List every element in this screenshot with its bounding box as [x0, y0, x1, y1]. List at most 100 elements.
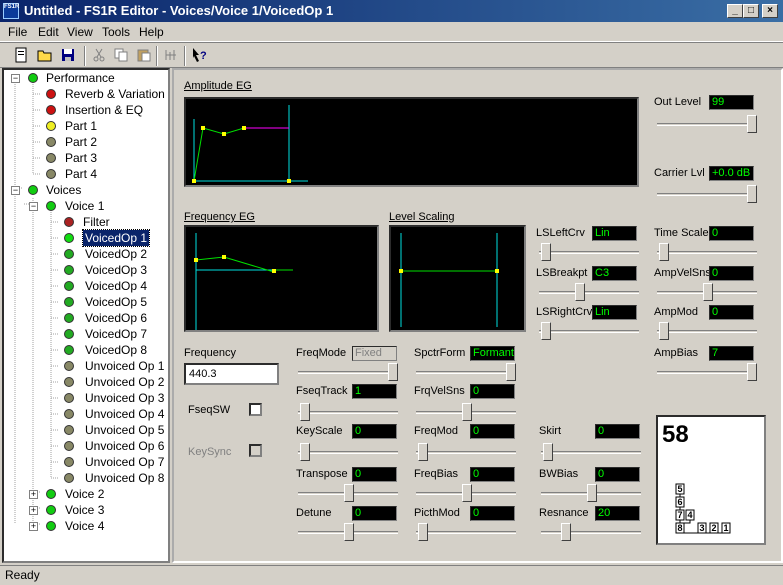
tree-item-uop3[interactable]: Unvoiced Op 3: [85, 390, 164, 406]
tree-item-part3[interactable]: Part 3: [65, 150, 97, 166]
resnance-value[interactable]: 20: [595, 506, 640, 521]
fseqtrack-slider[interactable]: [298, 402, 398, 422]
detune-value[interactable]: 0: [352, 506, 397, 521]
resnance-slider[interactable]: [541, 522, 641, 542]
app-icon[interactable]: FS1R: [3, 3, 19, 19]
lsleftcrv-value[interactable]: Lin: [592, 226, 637, 241]
expand-voice3-icon[interactable]: +: [29, 506, 38, 515]
frqvelsns-slider[interactable]: [416, 402, 516, 422]
tree-item-filter[interactable]: Filter: [83, 214, 110, 230]
expand-voice4-icon[interactable]: +: [29, 522, 38, 531]
tree-item-part1[interactable]: Part 1: [65, 118, 97, 134]
paste-icon[interactable]: [135, 46, 153, 64]
tree-item-voice4[interactable]: Voice 4: [65, 518, 104, 534]
compare-icon[interactable]: [162, 46, 180, 64]
freqmode-value[interactable]: Fixed: [352, 346, 397, 361]
tree-item-reverb[interactable]: Reverb & Variation: [65, 86, 165, 102]
tree-item-vop4[interactable]: VoicedOp 4: [85, 278, 147, 294]
tree-item-vop3[interactable]: VoicedOp 3: [85, 262, 147, 278]
ampbias-value[interactable]: 7: [709, 346, 754, 361]
out-level-slider[interactable]: [657, 114, 757, 134]
freq-eg-display[interactable]: [184, 225, 379, 332]
carrier-lvl-slider[interactable]: [657, 184, 757, 204]
menu-view[interactable]: View: [67, 25, 93, 39]
open-icon[interactable]: [36, 46, 54, 64]
freqmode-slider[interactable]: [298, 362, 398, 382]
lsleftcrv-slider[interactable]: [539, 242, 639, 262]
ampmod-value[interactable]: 0: [709, 305, 754, 320]
lsrightcrv-value[interactable]: Lin: [592, 305, 637, 320]
freqmod-value[interactable]: 0: [470, 424, 515, 439]
frequency-input[interactable]: 440.3: [184, 363, 279, 385]
freqmod-slider[interactable]: [416, 442, 516, 462]
tree-item-uop2[interactable]: Unvoiced Op 2: [85, 374, 164, 390]
close-button[interactable]: ×: [762, 4, 778, 18]
menu-file[interactable]: File: [8, 25, 27, 39]
maximize-button[interactable]: □: [743, 4, 759, 18]
tree-item-voice2[interactable]: Voice 2: [65, 486, 104, 502]
fseqtrack-value[interactable]: 1: [352, 384, 397, 399]
bwbias-value[interactable]: 0: [595, 467, 640, 482]
tree-item-voice1[interactable]: Voice 1: [65, 198, 104, 214]
skirt-slider[interactable]: [541, 442, 641, 462]
tree-item-uop7[interactable]: Unvoiced Op 7: [85, 454, 164, 470]
tree-item-insertion[interactable]: Insertion & EQ: [65, 102, 143, 118]
new-icon[interactable]: [12, 46, 30, 64]
save-icon[interactable]: [59, 46, 77, 64]
transpose-value[interactable]: 0: [352, 467, 397, 482]
time-scale-value[interactable]: 0: [709, 226, 754, 241]
cut-icon[interactable]: [90, 46, 108, 64]
tree-item-performance[interactable]: Performance: [46, 70, 115, 86]
tree-item-vop7[interactable]: VoicedOp 7: [85, 326, 147, 342]
tree-item-vop1-selected[interactable]: VoicedOp 1: [81, 229, 151, 247]
ampmod-slider[interactable]: [657, 321, 757, 341]
tree-view[interactable]: − Performance Reverb & Variation Inserti…: [2, 68, 170, 563]
help-icon[interactable]: ?: [190, 46, 208, 64]
lsbreakpt-value[interactable]: C3: [592, 266, 637, 281]
level-scaling-display[interactable]: [389, 225, 526, 332]
detune-slider[interactable]: [298, 522, 398, 542]
freqbias-value[interactable]: 0: [470, 467, 515, 482]
tree-item-part4[interactable]: Part 4: [65, 166, 97, 182]
tree-item-vop5[interactable]: VoicedOp 5: [85, 294, 147, 310]
skirt-value[interactable]: 0: [595, 424, 640, 439]
spctrform-slider[interactable]: [416, 362, 516, 382]
keyscale-value[interactable]: 0: [352, 424, 397, 439]
menu-edit[interactable]: Edit: [38, 25, 59, 39]
tree-item-uop1[interactable]: Unvoiced Op 1: [85, 358, 164, 374]
title-bar[interactable]: FS1R Untitled - FS1R Editor - Voices/Voi…: [0, 0, 783, 22]
copy-icon[interactable]: [112, 46, 130, 64]
expand-voice2-icon[interactable]: +: [29, 490, 38, 499]
ampvelsns-value[interactable]: 0: [709, 266, 754, 281]
algorithm-display[interactable]: 5 8 5 6 7 4 3 8 2 1: [656, 415, 766, 545]
tree-item-vop8[interactable]: VoicedOp 8: [85, 342, 147, 358]
amp-eg-display[interactable]: [184, 97, 639, 187]
fseqsw-checkbox[interactable]: [249, 403, 262, 416]
menu-tools[interactable]: Tools: [102, 25, 130, 39]
tree-item-uop8[interactable]: Unvoiced Op 8: [85, 470, 164, 486]
tree-item-uop5[interactable]: Unvoiced Op 5: [85, 422, 164, 438]
carrier-lvl-value[interactable]: +0.0 dB: [709, 166, 754, 181]
out-level-value[interactable]: 99: [709, 95, 754, 110]
minimize-button[interactable]: _: [727, 4, 743, 18]
tree-item-vop2[interactable]: VoicedOp 2: [85, 246, 147, 262]
ampbias-slider[interactable]: [657, 362, 757, 382]
collapse-voices-icon[interactable]: −: [11, 186, 20, 195]
tree-item-voices[interactable]: Voices: [46, 182, 81, 198]
lsbreakpt-slider[interactable]: [539, 282, 639, 302]
tree-item-uop4[interactable]: Unvoiced Op 4: [85, 406, 164, 422]
menu-help[interactable]: Help: [139, 25, 164, 39]
picthmod-value[interactable]: 0: [470, 506, 515, 521]
collapse-performance-icon[interactable]: −: [11, 74, 20, 83]
spctrform-value[interactable]: Formant: [470, 346, 515, 361]
transpose-slider[interactable]: [298, 483, 398, 503]
lsrightcrv-slider[interactable]: [539, 321, 639, 341]
time-scale-slider[interactable]: [657, 242, 757, 262]
picthmod-slider[interactable]: [416, 522, 516, 542]
keysync-checkbox[interactable]: [249, 444, 262, 457]
frqvelsns-value[interactable]: 0: [470, 384, 515, 399]
freqbias-slider[interactable]: [416, 483, 516, 503]
tree-item-uop6[interactable]: Unvoiced Op 6: [85, 438, 164, 454]
tree-item-part2[interactable]: Part 2: [65, 134, 97, 150]
collapse-voice1-icon[interactable]: −: [29, 202, 38, 211]
